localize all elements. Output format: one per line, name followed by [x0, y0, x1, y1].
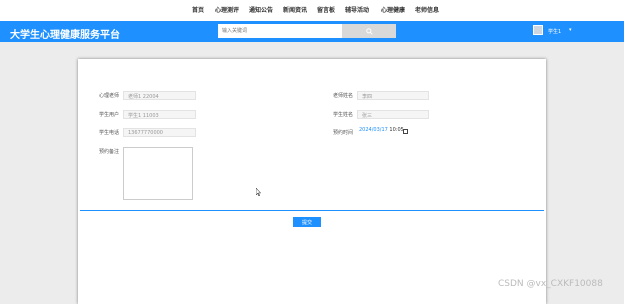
calendar-icon[interactable]	[403, 129, 408, 134]
student-phone-label: 学生电话	[98, 130, 119, 136]
mouse-cursor-icon	[256, 188, 261, 196]
appointment-time-label: 预约时间	[332, 130, 353, 136]
nav-item-counseling-activity[interactable]: 辅导活动	[345, 5, 369, 14]
user-menu[interactable]: 学生1 ▾	[533, 25, 577, 38]
user-name: 学生1	[548, 29, 562, 35]
student-account-label: 学生用户	[98, 112, 119, 118]
nav-item-home[interactable]: 首页	[192, 5, 204, 14]
student-name-label: 学生姓名	[332, 112, 353, 118]
appointment-date: 2024/03/17	[359, 127, 388, 133]
appointment-form-card: 心理老师 老师1 22004 学生用户 学生1 11003 学生电话 13677…	[78, 59, 546, 304]
form-divider	[80, 210, 544, 211]
search-input[interactable]	[218, 24, 342, 38]
teacher-account-label: 心理老师	[98, 93, 119, 99]
nav-item-teacher-info[interactable]: 老师信息	[415, 5, 439, 14]
remark-textarea[interactable]	[123, 147, 193, 200]
search-button[interactable]	[342, 24, 396, 38]
remark-label: 预约备注	[98, 149, 119, 155]
nav-item-notice[interactable]: 通知公告	[249, 5, 273, 14]
chevron-down-icon: ▾	[569, 27, 572, 33]
student-name-field[interactable]: 张三	[357, 110, 429, 119]
student-phone-field[interactable]: 13677770000	[123, 128, 196, 137]
avatar	[533, 25, 543, 35]
nav-item-news[interactable]: 新闻资讯	[283, 5, 307, 14]
nav-item-message-board[interactable]: 留言板	[317, 5, 335, 14]
teacher-name-field[interactable]: 李四	[357, 91, 429, 100]
student-account-field[interactable]: 学生1 11003	[123, 110, 196, 119]
top-navigation: 首页 心理测评 通知公告 新闻资讯 留言板 辅导活动 心理健康 老师信息	[0, 0, 624, 21]
teacher-account-field[interactable]: 老师1 22004	[123, 91, 196, 100]
nav-item-mental-health[interactable]: 心理健康	[381, 5, 405, 14]
nav-item-psych-test[interactable]: 心理测评	[215, 5, 239, 14]
search-icon	[365, 27, 373, 35]
teacher-name-label: 老师姓名	[332, 93, 353, 99]
site-title: 大学生心理健康服务平台	[10, 30, 120, 41]
appointment-clock: 10:05	[389, 127, 404, 133]
submit-button[interactable]: 提交	[293, 217, 321, 227]
watermark: CSDN @vx_CXKF10088	[498, 279, 603, 289]
header-bar: 大学生心理健康服务平台 学生1 ▾	[0, 21, 624, 42]
